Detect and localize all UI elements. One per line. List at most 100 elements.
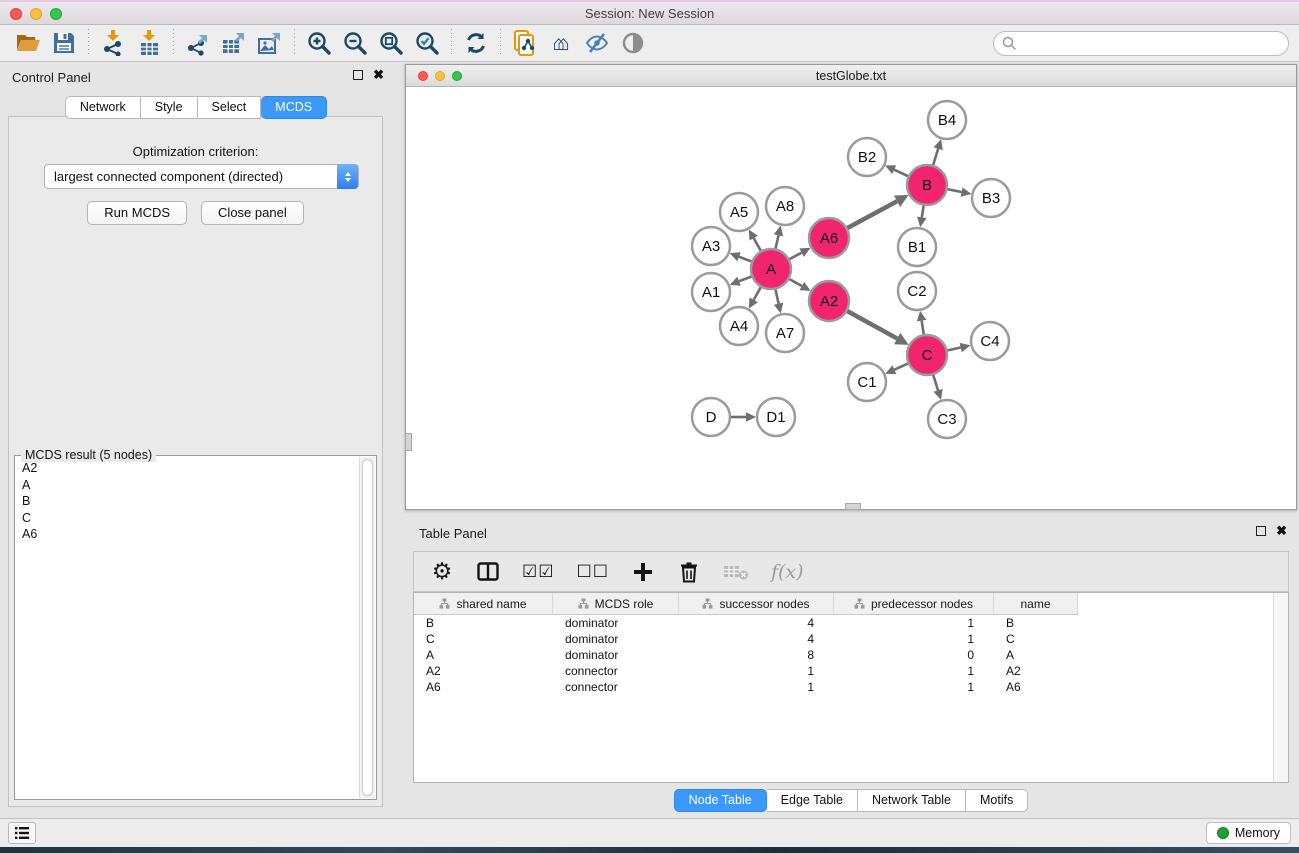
table-row[interactable]: Cdominator41C [414,631,1288,647]
dropdown-stepper-icon[interactable] [337,164,358,189]
tab-network-table[interactable]: Network Table [858,789,966,812]
cell-name[interactable]: B [994,615,1078,631]
column-header-predecessor-nodes[interactable]: predecessor nodes [834,593,994,615]
graph-edge-C-C1[interactable] [894,363,908,369]
export-image-icon[interactable] [252,28,288,58]
column-header-name[interactable]: name [994,593,1078,615]
result-scrollbar[interactable] [359,457,375,798]
graph-edge-A-A5[interactable] [754,238,762,251]
zoom-selected-icon[interactable] [409,28,445,58]
cell-MCDS-role[interactable]: dominator [553,615,679,631]
graph-edge-C-C3[interactable] [933,374,938,390]
column-header-successor-nodes[interactable]: successor nodes [679,593,834,615]
open-session-icon[interactable] [10,28,46,58]
optimization-criterion-dropdown[interactable]: largest connected component (directed) [44,164,359,189]
table-row[interactable]: Bdominator41B [414,615,1288,631]
zoom-fit-icon[interactable] [373,28,409,58]
float-panel-icon[interactable] [353,70,363,80]
graph-edge-A2-C[interactable] [847,311,898,339]
mcds-result-item[interactable]: A [16,477,359,494]
refresh-layout-icon[interactable] [458,28,494,58]
table-row[interactable]: Adominator80A [414,647,1288,663]
export-table-icon[interactable] [216,28,252,58]
delete-column-icon[interactable] [677,561,701,583]
column-header-MCDS-role[interactable]: MCDS role [553,593,679,615]
mcds-result-item[interactable]: A6 [16,526,359,543]
zoom-in-icon[interactable] [301,28,337,58]
graph-edge-B-B2[interactable] [894,170,909,177]
network-left-scroll-thumb[interactable] [405,433,412,451]
cell-successor-nodes[interactable]: 8 [679,647,834,663]
cell-predecessor-nodes[interactable]: 1 [834,615,994,631]
tab-edge-table[interactable]: Edge Table [767,789,858,812]
tab-mcds[interactable]: MCDS [261,96,327,119]
graph-edge-A-A4[interactable] [754,286,762,299]
cell-successor-nodes[interactable]: 4 [679,631,834,647]
graph-edge-A-A3[interactable] [739,257,752,262]
cell-MCDS-role[interactable]: dominator [553,647,679,663]
cell-shared-name[interactable]: A [414,647,553,663]
graph-edge-A-A1[interactable] [739,276,752,281]
graph-edge-B-B4[interactable] [933,149,938,166]
mcds-result-item[interactable]: B [16,493,359,510]
tab-motifs[interactable]: Motifs [966,789,1028,812]
graph-edge-C-C2[interactable] [922,321,924,336]
graph-edge-B-B1[interactable] [922,205,924,218]
cell-MCDS-role[interactable]: connector [553,663,679,679]
tab-node-table[interactable]: Node Table [674,789,767,812]
add-column-icon[interactable] [631,562,655,582]
cell-shared-name[interactable]: A6 [414,679,553,695]
close-panel-button[interactable]: Close panel [201,201,304,225]
cell-name[interactable]: C [994,631,1078,647]
tab-network[interactable]: Network [65,96,141,119]
cell-predecessor-nodes[interactable]: 0 [834,647,994,663]
cell-shared-name[interactable]: B [414,615,553,631]
table-settings-icon[interactable]: ⚙ [430,560,454,583]
graph-edge-A-A2[interactable] [789,279,802,286]
cell-predecessor-nodes[interactable]: 1 [834,663,994,679]
hide-selected-icon[interactable] [579,28,615,58]
cell-name[interactable]: A6 [994,679,1078,695]
deselect-all-icon[interactable]: ☐☐ [576,562,608,582]
network-canvas[interactable]: B4B2BB3A8A5A6B1A3AC2A1A2A4A7C4CC1C3DD1 [406,87,1296,509]
save-session-icon[interactable] [46,28,82,58]
show-all-icon[interactable] [615,28,651,58]
table-scrollbar[interactable] [1273,593,1288,782]
column-view-icon[interactable] [476,562,500,581]
task-history-button[interactable] [8,822,36,844]
cell-successor-nodes[interactable]: 4 [679,615,834,631]
node-table[interactable]: shared nameMCDS rolesuccessor nodesprede… [413,592,1289,783]
cell-MCDS-role[interactable]: connector [553,679,679,695]
graph-edge-A-A8[interactable] [775,235,778,249]
cell-name[interactable]: A [994,647,1078,663]
network-window-titlebar[interactable]: testGlobe.txt [406,65,1296,87]
graph-edge-C-C4[interactable] [947,348,961,351]
memory-button[interactable]: Memory [1206,822,1291,844]
cell-shared-name[interactable]: A2 [414,663,553,679]
close-table-panel-icon[interactable]: ✖ [1276,526,1287,536]
select-all-icon[interactable]: ☑☑ [522,562,554,582]
first-neighbors-icon[interactable]: ⌂⌂ [543,28,579,58]
zoom-out-icon[interactable] [337,28,373,58]
search-input[interactable] [1017,37,1288,51]
graph-svg[interactable]: B4B2BB3A8A5A6B1A3AC2A1A2A4A7C4CC1C3DD1 [406,87,1296,509]
export-network-icon[interactable] [180,28,216,58]
table-row[interactable]: A6connector11A6 [414,679,1288,695]
search-field[interactable] [993,31,1289,56]
new-network-from-selection-icon[interactable] [507,28,543,58]
network-bottom-scroll-thumb[interactable] [845,503,861,510]
import-network-icon[interactable] [95,28,131,58]
cell-shared-name[interactable]: C [414,631,553,647]
graph-edge-A-A6[interactable] [789,253,802,260]
cell-successor-nodes[interactable]: 1 [679,679,834,695]
tab-select[interactable]: Select [198,96,262,119]
cell-name[interactable]: A2 [994,663,1078,679]
cell-MCDS-role[interactable]: dominator [553,631,679,647]
cell-predecessor-nodes[interactable]: 1 [834,679,994,695]
close-panel-icon[interactable]: ✖ [373,70,384,80]
mcds-result-item[interactable]: C [16,510,359,527]
graph-edge-B-B3[interactable] [947,189,962,192]
run-mcds-button[interactable]: Run MCDS [87,201,187,225]
graph-edge-A-A7[interactable] [775,289,778,304]
column-header-shared-name[interactable]: shared name [414,593,553,615]
